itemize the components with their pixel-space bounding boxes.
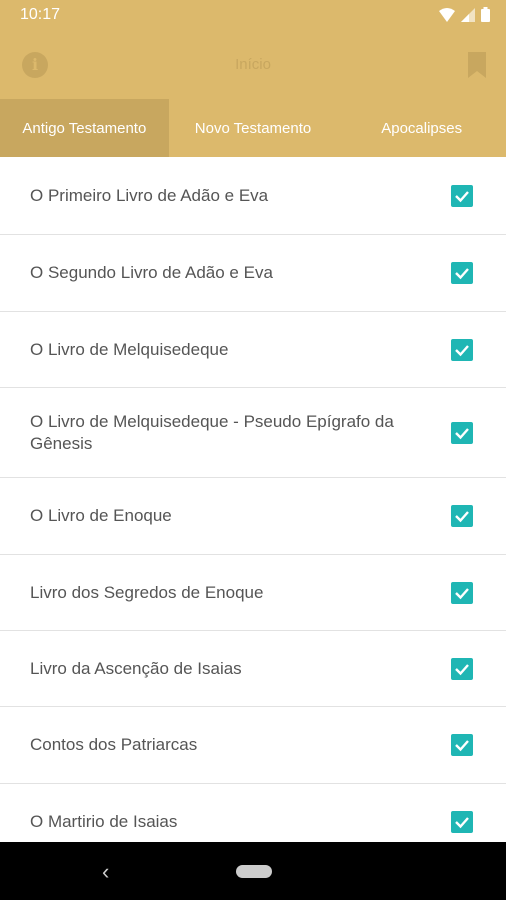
bookmark-icon[interactable]	[466, 52, 488, 78]
list-item[interactable]: O Livro de Melquisedeque - Pseudo Epígra…	[0, 388, 506, 478]
checkbox-checked-icon[interactable]	[451, 810, 473, 833]
checkbox-checked-icon[interactable]	[451, 734, 473, 756]
checkbox-checked-icon[interactable]	[451, 581, 473, 604]
book-title: O Livro de Melquisedeque	[30, 339, 229, 359]
status-icons	[439, 7, 490, 22]
navigation-bar: ‹	[0, 842, 506, 900]
list-item[interactable]: O Livro de Enoque	[0, 478, 506, 555]
home-pill-icon[interactable]	[236, 865, 272, 878]
list-item[interactable]: Livro dos Segredos de Enoque	[0, 555, 506, 631]
book-title: O Livro de Enoque	[30, 506, 172, 525]
battery-icon	[481, 7, 490, 22]
checkbox-checked-icon[interactable]	[451, 262, 473, 284]
list-item[interactable]: Contos dos Patriarcas	[0, 707, 506, 784]
tab-antigo-testamento[interactable]: Antigo Testamento	[0, 99, 169, 157]
list-item[interactable]: O Livro de Melquisedeque	[0, 312, 506, 388]
checkbox-checked-icon[interactable]	[451, 657, 473, 680]
book-title: O Martirio de Isaias	[30, 811, 178, 831]
checkbox-checked-icon[interactable]	[451, 184, 473, 207]
app-bar: i Início	[0, 30, 506, 99]
list-item[interactable]: Livro da Ascenção de Isaias	[0, 631, 506, 707]
book-list: O Primeiro Livro de Adão e Eva O Segundo…	[0, 157, 506, 860]
book-title: O Segundo Livro de Adão e Eva	[30, 263, 273, 282]
tab-apocalipses[interactable]: Apocalipses	[337, 99, 506, 157]
list-item[interactable]: O Primeiro Livro de Adão e Eva	[0, 157, 506, 235]
list-item[interactable]: O Segundo Livro de Adão e Eva	[0, 235, 506, 312]
tab-bar: Antigo Testamento Novo Testamento Apocal…	[0, 99, 506, 157]
book-title: Livro da Ascenção de Isaias	[30, 658, 242, 678]
checkbox-checked-icon[interactable]	[451, 338, 473, 361]
back-icon[interactable]: ‹	[102, 859, 109, 885]
book-title: O Livro de Melquisedeque - Pseudo Epígra…	[30, 411, 394, 453]
checkbox-checked-icon[interactable]	[451, 421, 473, 444]
wifi-icon	[439, 7, 455, 22]
signal-icon	[461, 7, 475, 22]
tab-novo-testamento[interactable]: Novo Testamento	[169, 99, 338, 157]
status-bar: 10:17	[0, 0, 506, 30]
book-title: O Primeiro Livro de Adão e Eva	[30, 185, 269, 205]
status-time: 10:17	[20, 6, 61, 23]
page-title: Início	[235, 56, 271, 73]
book-title: Livro dos Segredos de Enoque	[30, 582, 264, 602]
checkbox-checked-icon[interactable]	[451, 505, 473, 527]
book-title: Contos dos Patriarcas	[30, 735, 198, 754]
